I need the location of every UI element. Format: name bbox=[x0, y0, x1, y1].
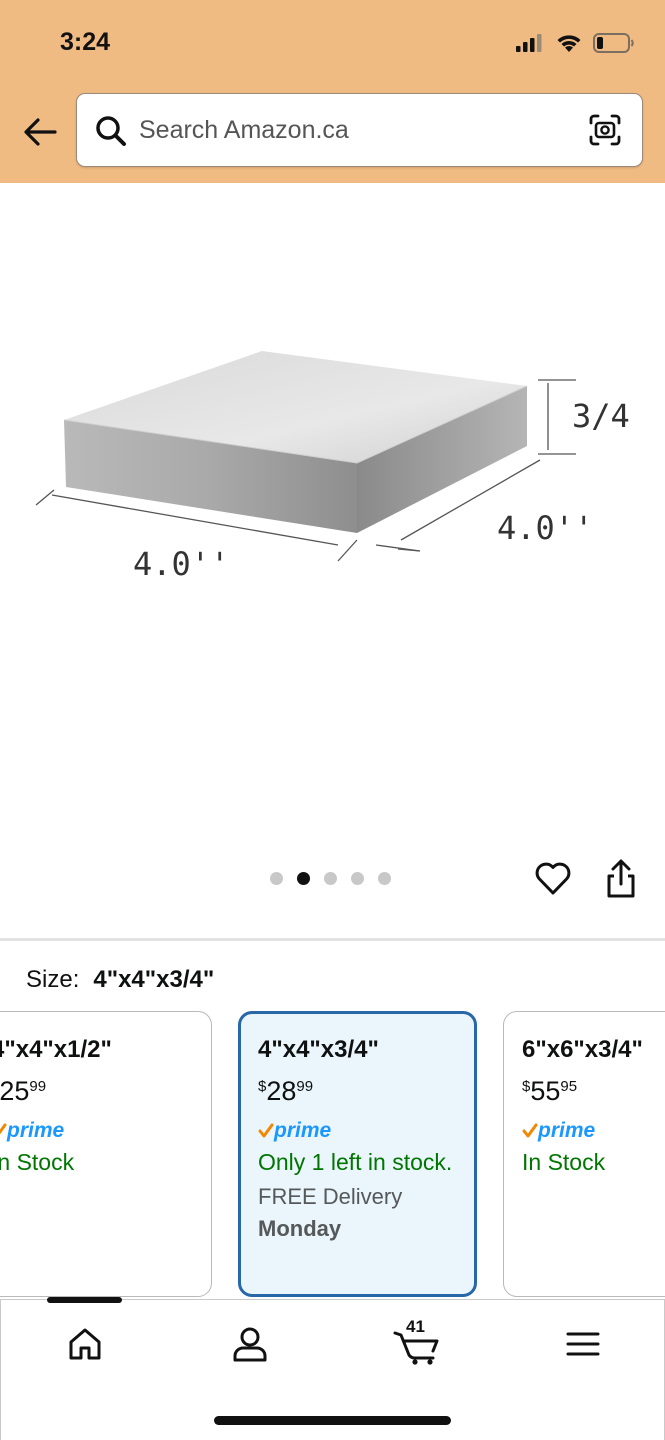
divider bbox=[0, 938, 665, 941]
cart-count-badge: 41 bbox=[406, 1317, 425, 1336]
width-label: 4.0'' bbox=[133, 545, 230, 583]
delivery-day: Monday bbox=[258, 1216, 342, 1241]
menu-icon bbox=[566, 1332, 600, 1356]
pager-dot[interactable] bbox=[324, 872, 337, 885]
prime-check-icon bbox=[258, 1123, 274, 1138]
thickness-label: 3/4 bbox=[572, 397, 630, 435]
arrow-left-icon bbox=[24, 118, 57, 146]
pager-dot[interactable] bbox=[378, 872, 391, 885]
home-icon bbox=[69, 1328, 101, 1360]
account-icon bbox=[233, 1327, 267, 1362]
nav-account[interactable] bbox=[228, 1322, 272, 1366]
product-page: 3:24 Search Amazon.ca 3/4 4.0'' 4.0'' Si… bbox=[0, 0, 665, 1440]
pager-dot[interactable] bbox=[351, 872, 364, 885]
size-selector-label: Size: 4"x4"x3/4" bbox=[26, 966, 214, 994]
signal-icon bbox=[516, 34, 542, 52]
image-pager[interactable] bbox=[270, 872, 391, 885]
pager-dot-active[interactable] bbox=[297, 872, 310, 885]
size-option-card[interactable]: 4"x4"x1/2" $2599 prime In Stock bbox=[0, 1011, 212, 1297]
option-size: 4"x4"x3/4" bbox=[258, 1036, 379, 1063]
search-icon bbox=[96, 116, 126, 146]
option-price: $2899 bbox=[258, 1076, 314, 1106]
heart-icon[interactable] bbox=[533, 858, 573, 898]
prime-check-icon bbox=[0, 1123, 7, 1135]
nav-menu[interactable] bbox=[561, 1322, 605, 1366]
stock-status: In Stock bbox=[0, 1149, 75, 1175]
prime-badge: prime bbox=[0, 1119, 193, 1143]
battery-icon bbox=[593, 33, 634, 53]
back-button[interactable] bbox=[18, 112, 62, 152]
status-time: 3:24 bbox=[60, 28, 111, 56]
nav-home[interactable] bbox=[63, 1322, 107, 1366]
option-price: $2599 bbox=[0, 1076, 47, 1106]
option-price: $5595 bbox=[522, 1076, 578, 1106]
header: 3:24 bbox=[0, 0, 665, 183]
delivery-text: FREE Delivery bbox=[258, 1184, 403, 1209]
prime-badge: prime bbox=[522, 1119, 665, 1143]
search-bar[interactable] bbox=[76, 93, 643, 167]
search-input[interactable] bbox=[139, 110, 579, 150]
share-icon[interactable] bbox=[603, 858, 639, 900]
camera-scan-icon[interactable] bbox=[586, 111, 624, 149]
pager-dot[interactable] bbox=[270, 872, 283, 885]
stock-status: In Stock bbox=[522, 1149, 606, 1175]
home-indicator bbox=[214, 1416, 451, 1425]
prime-check-icon bbox=[522, 1123, 538, 1138]
size-option-card[interactable]: 6"x6"x3/4" $5595 prime In Stock bbox=[503, 1011, 665, 1297]
option-size: 4"x4"x1/2" bbox=[0, 1036, 112, 1063]
status-icons bbox=[515, 30, 635, 56]
option-size: 6"x6"x3/4" bbox=[522, 1036, 643, 1063]
depth-label: 4.0'' bbox=[497, 509, 594, 547]
size-label: Size: bbox=[26, 966, 80, 993]
wifi-icon bbox=[557, 35, 581, 52]
prime-badge: prime bbox=[258, 1119, 457, 1143]
size-option-card-selected[interactable]: 4"x4"x3/4" $2899 prime Only 1 left in st… bbox=[238, 1011, 477, 1297]
stock-status: Only 1 left in stock. bbox=[258, 1149, 453, 1175]
product-image[interactable]: 3/4 4.0'' 4.0'' bbox=[0, 183, 665, 863]
active-tab-indicator bbox=[47, 1297, 122, 1303]
selected-size: 4"x4"x3/4" bbox=[93, 966, 215, 993]
